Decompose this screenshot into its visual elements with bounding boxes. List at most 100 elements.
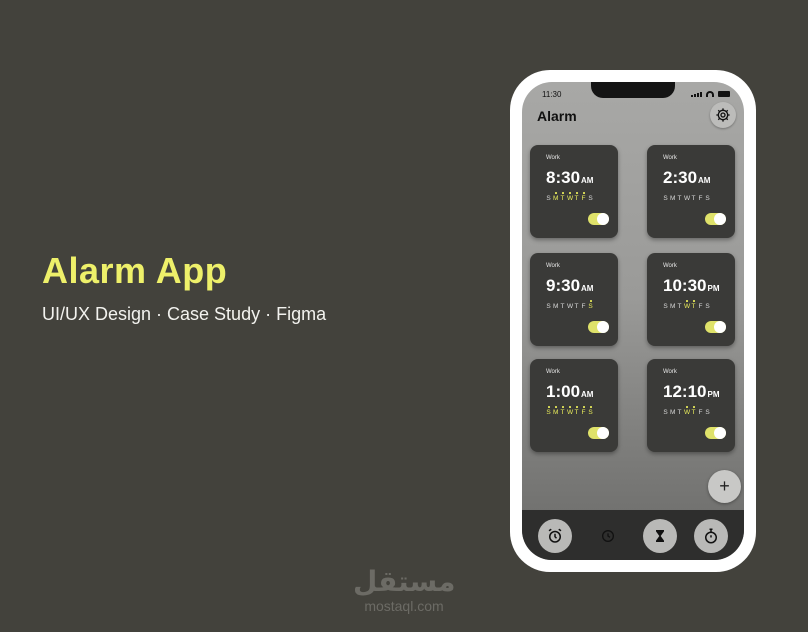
weekday-indicator[interactable]: S <box>546 195 551 202</box>
weekday-indicator[interactable]: M <box>553 406 558 416</box>
alarm-time: 10:30PM <box>663 276 719 296</box>
alarm-label: Work <box>663 263 677 269</box>
alarm-time-value: 8:30 <box>546 168 581 187</box>
weekday-indicator[interactable]: S <box>705 409 710 416</box>
bottom-nav <box>522 510 744 560</box>
weekday-indicator[interactable]: T <box>574 303 579 310</box>
settings-button[interactable] <box>710 102 736 128</box>
weekday-indicator[interactable]: M <box>670 195 675 202</box>
weekday-indicator[interactable]: M <box>553 192 558 202</box>
alarm-days: SMTWTFS <box>663 195 710 202</box>
weekday-indicator[interactable]: T <box>691 406 696 416</box>
weekday-indicator[interactable]: F <box>698 409 703 416</box>
alarm-tab[interactable] <box>538 519 572 553</box>
alarm-time-value: 12:10 <box>663 382 707 401</box>
clock-icon <box>602 530 614 542</box>
alarm-time: 1:00AM <box>546 382 593 402</box>
weekday-indicator[interactable]: S <box>663 409 668 416</box>
weekday-indicator[interactable]: F <box>698 195 703 202</box>
weekday-indicator[interactable]: F <box>698 303 703 310</box>
weekday-indicator[interactable]: S <box>663 303 668 310</box>
weekday-indicator[interactable]: S <box>663 195 668 202</box>
phone-notch <box>591 82 675 98</box>
alarm-period: AM <box>698 176 711 185</box>
stopwatch-icon <box>705 528 717 544</box>
weekday-indicator[interactable]: T <box>560 192 565 202</box>
alarm-card[interactable]: Work 10:30PM S M T W T F S <box>647 253 735 346</box>
alarm-label: Work <box>663 369 677 375</box>
stopwatch-tab[interactable] <box>694 519 728 553</box>
alarm-days: SMTWTFS <box>663 300 710 310</box>
weekday-indicator[interactable]: T <box>677 195 682 202</box>
alarm-time: 9:30AM <box>546 276 593 296</box>
weekday-indicator[interactable]: T <box>677 303 682 310</box>
phone-screen: 11:30 Alarm Work 8:30AM S M T W T F S Work 2:30AM S… <box>522 82 744 560</box>
alarm-time: 2:30AM <box>663 168 710 188</box>
weekday-indicator[interactable]: M <box>553 303 558 310</box>
clock-tab[interactable] <box>591 519 625 553</box>
alarm-toggle[interactable] <box>705 427 726 439</box>
weekday-indicator[interactable]: F <box>581 406 586 416</box>
signal-icon <box>691 92 702 97</box>
alarm-days: SMTWTFS <box>546 406 593 416</box>
toggle-knob <box>597 427 609 439</box>
weekday-indicator[interactable]: T <box>560 406 565 416</box>
alarm-days: SMTWTFS <box>663 406 710 416</box>
add-alarm-button[interactable]: + <box>708 470 741 503</box>
weekday-indicator[interactable]: T <box>691 195 696 202</box>
phone-mockup: 11:30 Alarm Work 8:30AM S M T W T F S Work 2:30AM S… <box>510 70 756 572</box>
alarm-period: PM <box>707 284 720 293</box>
alarm-toggle[interactable] <box>588 427 609 439</box>
weekday-indicator[interactable]: S <box>546 303 551 310</box>
weekday-indicator[interactable]: F <box>581 303 586 310</box>
weekday-indicator[interactable]: T <box>677 409 682 416</box>
toggle-knob <box>597 321 609 333</box>
app-title: Alarm <box>537 108 577 124</box>
toggle-knob <box>714 213 726 225</box>
weekday-indicator[interactable]: W <box>684 300 690 310</box>
battery-icon <box>718 91 730 97</box>
weekday-indicator[interactable]: S <box>588 406 593 416</box>
alarm-toggle[interactable] <box>705 321 726 333</box>
alarm-time-value: 10:30 <box>663 276 707 295</box>
toggle-knob <box>714 427 726 439</box>
alarm-toggle[interactable] <box>588 321 609 333</box>
weekday-indicator[interactable]: M <box>670 409 675 416</box>
weekday-indicator[interactable]: S <box>588 300 593 310</box>
weekday-indicator[interactable]: W <box>684 195 690 202</box>
alarm-card[interactable]: Work 12:10PM S M T W T F S <box>647 359 735 452</box>
alarm-toggle[interactable] <box>705 213 726 225</box>
toggle-knob <box>714 321 726 333</box>
weekday-indicator[interactable]: W <box>567 406 573 416</box>
weekday-indicator[interactable]: F <box>581 192 586 202</box>
timer-tab[interactable] <box>643 519 677 553</box>
hero-title: Alarm App <box>42 250 228 291</box>
weekday-indicator[interactable]: T <box>574 192 579 202</box>
weekday-indicator[interactable]: M <box>670 303 675 310</box>
alarm-label: Work <box>663 155 677 161</box>
weekday-indicator[interactable]: S <box>705 195 710 202</box>
weekday-indicator[interactable]: S <box>705 303 710 310</box>
weekday-indicator[interactable]: T <box>691 300 696 310</box>
weekday-indicator[interactable]: W <box>567 303 573 310</box>
watermark-logo: مستقل <box>353 565 456 598</box>
alarm-time: 12:10PM <box>663 382 719 402</box>
weekday-indicator[interactable]: T <box>560 303 565 310</box>
weekday-indicator[interactable]: W <box>684 406 690 416</box>
alarm-period: AM <box>581 284 594 293</box>
watermark: مستقل mostaql.com <box>353 565 456 615</box>
status-icons <box>691 91 730 97</box>
alarm-card[interactable]: Work 8:30AM S M T W T F S <box>530 145 618 238</box>
alarm-days: SMTWTFS <box>546 192 593 202</box>
weekday-indicator[interactable]: W <box>567 192 573 202</box>
weekday-indicator[interactable]: T <box>574 406 579 416</box>
weekday-indicator[interactable]: S <box>546 406 551 416</box>
alarm-card[interactable]: Work 1:00AM S M T W T F S <box>530 359 618 452</box>
alarm-period: AM <box>581 176 594 185</box>
alarm-card[interactable]: Work 2:30AM S M T W T F S <box>647 145 735 238</box>
alarm-label: Work <box>546 155 560 161</box>
weekday-indicator[interactable]: S <box>588 195 593 202</box>
alarm-card[interactable]: Work 9:30AM S M T W T F S <box>530 253 618 346</box>
alarm-toggle[interactable] <box>588 213 609 225</box>
alarm-days: SMTWTFS <box>546 300 593 310</box>
